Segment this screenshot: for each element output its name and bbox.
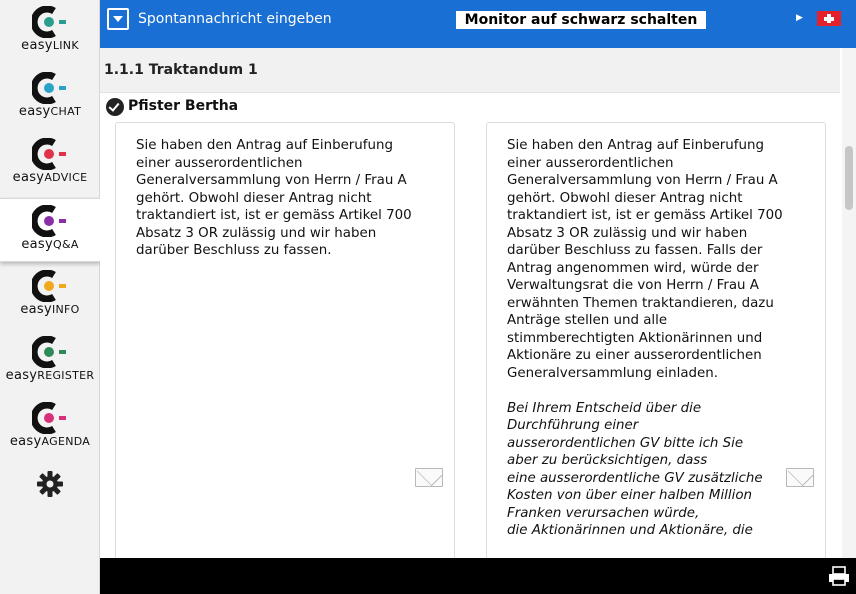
swiss-flag-icon[interactable] — [817, 11, 841, 26]
app-label-suffix: REGISTER — [37, 369, 95, 382]
sidebar-app-qa[interactable]: easyQ&A — [0, 198, 100, 262]
sidebar-app-advice[interactable]: easyADVICE — [0, 132, 100, 196]
app-label-prefix: easy — [5, 368, 38, 383]
easyadvice-logo-icon — [32, 138, 66, 170]
sidebar-app-info[interactable]: easyINFO — [0, 264, 100, 328]
easyinfo-logo-icon — [32, 270, 66, 302]
easylink-logo-icon — [32, 6, 66, 38]
bottom-bar — [100, 558, 856, 594]
message-italic-line: Franken verursachen würde, — [507, 505, 700, 521]
message-italic-line: ausserordentlichen GV bitte ich Sie — [507, 435, 744, 451]
expand-message-icon[interactable] — [107, 8, 129, 30]
sidebar-app-register[interactable]: easyREGISTER — [0, 330, 100, 394]
spontaneous-message-label[interactable]: Spontannachricht eingeben — [138, 11, 332, 27]
message-text: Sie haben den Antrag auf Einberufung ein… — [136, 137, 426, 260]
app-label-suffix: AGENDA — [41, 435, 91, 448]
message-italic-line: eine ausserordentliche GV zusätzliche — [507, 470, 763, 486]
message-paragraph: Sie haben den Antrag auf Einberufung ein… — [507, 138, 783, 381]
message-italic-paragraph: Bei Ihrem Entscheid über die Durchführung… — [507, 400, 797, 540]
monitor-black-button[interactable]: Monitor auf schwarz schalten — [456, 11, 706, 29]
message-italic-line: die Aktionärinnen und Aktionäre, die — [507, 523, 753, 538]
app-label-suffix: LINK — [52, 39, 79, 52]
gear-icon[interactable] — [36, 470, 64, 498]
chevron-right-icon[interactable]: ▶ — [796, 13, 803, 23]
envelope-icon[interactable] — [786, 468, 814, 487]
app-label-suffix: Q&A — [52, 238, 79, 251]
message-text: Sie haben den Antrag auf Einberufung ein… — [507, 137, 797, 540]
app-label-suffix: CHAT — [50, 105, 82, 118]
easyregister-logo-icon — [32, 336, 66, 368]
app-label-prefix: easy — [21, 237, 53, 252]
main-content: 1.1.1 Traktandum 1 Pfister Bertha Sie ha… — [100, 48, 856, 558]
app-label-prefix: easy — [18, 104, 51, 119]
app-label-prefix: easy — [20, 302, 52, 317]
check-circle-icon — [106, 98, 124, 116]
printer-icon[interactable] — [828, 566, 850, 586]
app-label-prefix: easy — [21, 38, 53, 53]
message-italic-line: Kosten von über einer halben Million — [507, 488, 753, 503]
message-italic-line: Bei Ihrem Entscheid über die — [507, 400, 702, 416]
app-label-prefix: easy — [12, 170, 45, 185]
sidebar-app-agenda[interactable]: easyAGENDA — [0, 396, 100, 460]
author-name: Pfister Bertha — [128, 98, 239, 114]
vertical-scrollbar[interactable] — [842, 48, 856, 558]
message-paragraph: Sie haben den Antrag auf Einberufung ein… — [136, 138, 412, 258]
sidebar-app-link[interactable]: easyLINK — [0, 0, 100, 64]
agenda-item-header: 1.1.1 Traktandum 1 — [100, 48, 840, 93]
agenda-item-title: 1.1.1 Traktandum 1 — [104, 62, 258, 78]
sidebar-app-chat[interactable]: easyCHAT — [0, 66, 100, 130]
message-italic-line: aber zu berücksichtigen, dass — [507, 453, 708, 468]
top-bar: Spontannachricht eingeben Monitor auf sc… — [100, 0, 856, 48]
envelope-icon[interactable] — [415, 468, 443, 487]
app-label-prefix: easy — [9, 434, 42, 449]
scrollbar-thumb[interactable] — [845, 146, 853, 210]
easyagenda-logo-icon — [32, 402, 66, 434]
app-label-suffix: ADVICE — [44, 171, 88, 184]
message-card-right[interactable]: Sie haben den Antrag auf Einberufung ein… — [486, 122, 826, 558]
easychat-logo-icon — [32, 72, 66, 104]
app-label-suffix: INFO — [51, 303, 80, 316]
message-card-left[interactable]: Sie haben den Antrag auf Einberufung ein… — [115, 122, 455, 558]
app-sidebar: easyLINK easyCHAT easyADVICE easyQ&A easyINF… — [0, 0, 100, 594]
message-italic-line: Durchführung einer — [507, 418, 639, 433]
easyqa-logo-icon — [32, 205, 66, 237]
